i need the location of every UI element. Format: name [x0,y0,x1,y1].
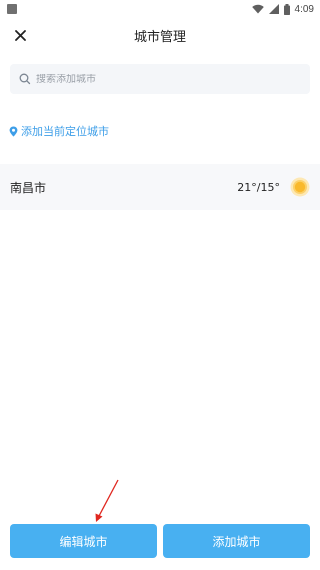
edit-city-button[interactable]: 编辑城市 [10,524,157,558]
add-city-button[interactable]: 添加城市 [163,524,310,558]
city-management-screen: 4:09 城市管理 添加当前定位城市 南昌市 21°/15° [0,0,320,570]
signal-icon [268,4,279,14]
header: 城市管理 [0,18,320,52]
bottom-action-bar: 编辑城市 添加城市 [10,524,310,558]
location-pin-icon [9,126,18,137]
wifi-icon [251,4,264,14]
notification-icon [7,4,17,14]
status-time: 4:09 [294,3,314,15]
search-box[interactable] [10,64,310,94]
status-bar: 4:09 [0,0,320,18]
search-icon [19,73,31,85]
city-name: 南昌市 [10,180,47,195]
city-list-item[interactable]: 南昌市 21°/15° [0,164,320,210]
status-icons: 4:09 [251,3,314,15]
search-input[interactable] [36,73,286,85]
add-current-location-link[interactable]: 添加当前定位城市 [9,123,109,139]
add-current-location-label: 添加当前定位城市 [21,125,109,138]
sun-icon [290,177,310,197]
page-title: 城市管理 [133,30,186,45]
annotation-arrow [95,479,119,522]
battery-icon [283,3,290,15]
city-temperature: 21°/15° [237,180,280,194]
